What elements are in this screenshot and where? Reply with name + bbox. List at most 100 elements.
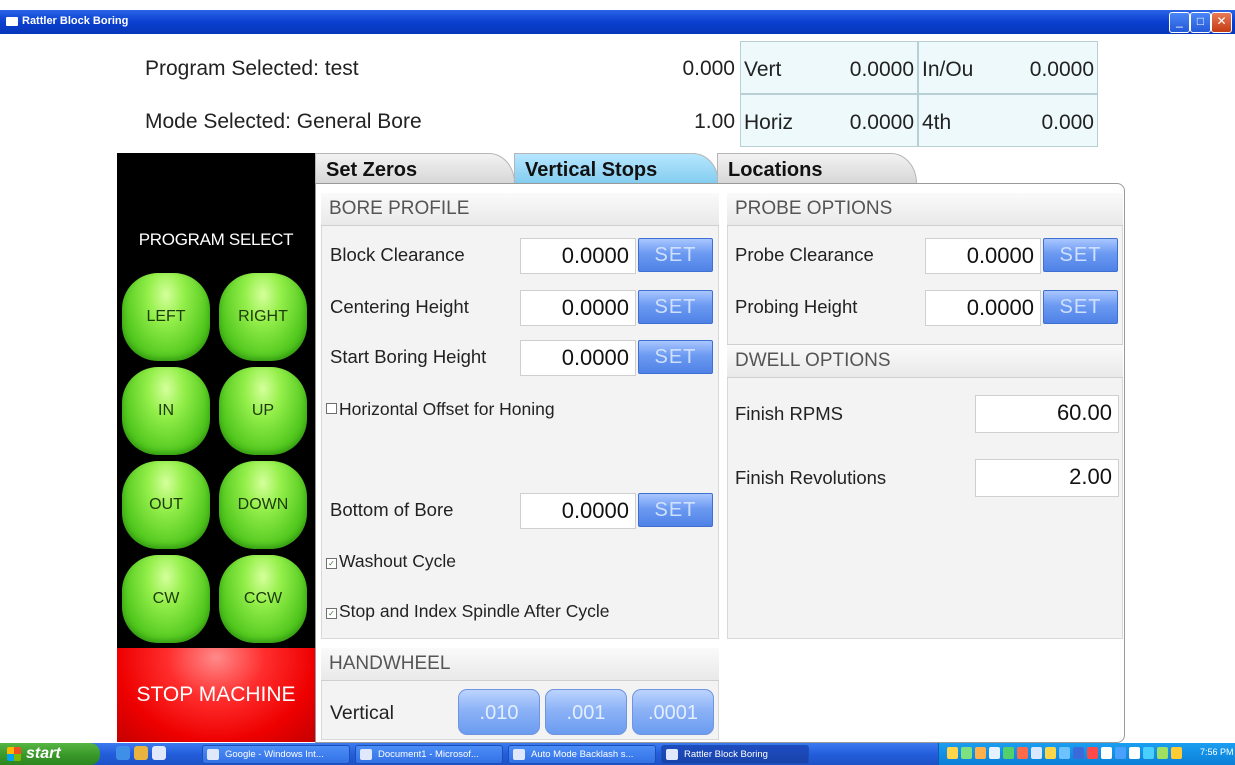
checkbox-unchecked-icon: [326, 403, 337, 414]
tray-icon[interactable]: [961, 747, 972, 759]
increment-010-button[interactable]: .010: [458, 689, 540, 735]
tray-icon[interactable]: [1171, 747, 1182, 759]
taskbar-item-google[interactable]: Google - Windows Int...: [202, 745, 350, 764]
set-centering-height-button[interactable]: SET: [638, 290, 713, 324]
set-block-clearance-button[interactable]: SET: [638, 238, 713, 272]
handwheel-title: HANDWHEEL: [321, 648, 719, 681]
taskbar-item-auto-mode[interactable]: Auto Mode Backlash s...: [508, 745, 656, 764]
taskbar-item-rattler[interactable]: Rattler Block Boring: [661, 745, 809, 764]
set-probing-height-button[interactable]: SET: [1043, 290, 1118, 324]
tray-icon[interactable]: [1045, 747, 1056, 759]
close-icon[interactable]: ✕: [1211, 12, 1232, 33]
tray-icon[interactable]: [1115, 747, 1126, 759]
maximize-icon[interactable]: □: [1190, 12, 1211, 33]
start-label: start: [26, 745, 61, 762]
probe-clearance-label: Probe Clearance: [735, 244, 874, 265]
tab-set-zeros[interactable]: Set Zeros: [315, 153, 515, 183]
taskbar-item-document[interactable]: Document1 - Microsof...: [355, 745, 503, 764]
readout-4th: 4th 0.000: [918, 94, 1098, 147]
taskbar-item-label: Document1 - Microsof...: [378, 749, 479, 760]
media-icon[interactable]: [152, 746, 166, 760]
increment-001-button[interactable]: .001: [545, 689, 627, 735]
app-icon: [6, 17, 18, 26]
horizontal-offset-label: Horizontal Offset for Honing: [339, 399, 555, 419]
tray-icon[interactable]: [975, 747, 986, 759]
readout-label: Horiz: [744, 111, 794, 134]
horizontal-offset-checkbox[interactable]: Horizontal Offset for Honing: [326, 399, 555, 420]
start-button[interactable]: start: [0, 743, 100, 765]
tray-icon[interactable]: [1031, 747, 1042, 759]
dwell-options-title: DWELL OPTIONS: [727, 344, 1123, 378]
minimize-icon[interactable]: _: [1169, 12, 1190, 33]
program-select-title: PROGRAM SELECT: [138, 230, 294, 249]
stop-index-spindle-label: Stop and Index Spindle After Cycle: [339, 601, 610, 621]
cw-button[interactable]: CW: [122, 555, 210, 643]
centering-height-field[interactable]: 0.0000: [520, 290, 636, 326]
checkbox-checked-icon: ✓: [326, 558, 337, 569]
start-boring-height-field[interactable]: 0.0000: [520, 340, 636, 376]
tray-icon[interactable]: [1073, 747, 1084, 759]
finish-rpms-field[interactable]: 60.00: [975, 395, 1119, 433]
probe-options-title: PROBE OPTIONS: [727, 193, 1123, 226]
readout-label: Vert: [744, 58, 782, 81]
tab-vertical-stops[interactable]: Vertical Stops: [514, 153, 719, 183]
tray-icon[interactable]: [1143, 747, 1154, 759]
folder-icon[interactable]: [134, 746, 148, 760]
taskbar-item-label: Auto Mode Backlash s...: [531, 749, 634, 760]
probe-clearance-field[interactable]: 0.0000: [925, 238, 1041, 274]
mode-selected-label: Mode Selected: General Bore: [145, 110, 422, 133]
tray-icon[interactable]: [1129, 747, 1140, 759]
readout-in-out: In/Ou 0.0000: [918, 41, 1098, 94]
app-icon: [666, 749, 678, 760]
out-button[interactable]: OUT: [122, 461, 210, 549]
finish-revolutions-label: Finish Revolutions: [735, 467, 887, 488]
header-value-2: 1.00: [694, 110, 735, 133]
taskbar-item-label: Rattler Block Boring: [684, 749, 768, 760]
in-button[interactable]: IN: [122, 367, 210, 455]
centering-height-label: Centering Height: [330, 296, 469, 317]
window-title: Rattler Block Boring: [22, 15, 129, 27]
finish-rpms-label: Finish RPMS: [735, 403, 843, 424]
washout-cycle-label: Washout Cycle: [339, 551, 457, 571]
ie-icon: [207, 749, 219, 760]
readout-value: 0.000: [1041, 111, 1094, 134]
right-button[interactable]: RIGHT: [219, 273, 307, 361]
set-probe-clearance-button[interactable]: SET: [1043, 238, 1118, 272]
window-title-bar: Rattler Block Boring _ □ ✕: [0, 10, 1235, 34]
readout-value: 0.0000: [1029, 58, 1094, 81]
tray-icon[interactable]: [1059, 747, 1070, 759]
clock: 7:56 PM: [1200, 747, 1234, 757]
tray-icon[interactable]: [1017, 747, 1028, 759]
windows-logo-icon: [7, 747, 21, 761]
set-bottom-of-bore-button[interactable]: SET: [638, 493, 713, 527]
bottom-of-bore-field[interactable]: 0.0000: [520, 493, 636, 529]
header-value-1: 0.000: [682, 57, 735, 80]
stop-machine-button[interactable]: STOP MACHINE: [117, 648, 315, 742]
bore-profile-title: BORE PROFILE: [321, 193, 719, 226]
increment-0001-button[interactable]: .0001: [632, 689, 714, 735]
tray-icon[interactable]: [1003, 747, 1014, 759]
probing-height-label: Probing Height: [735, 296, 858, 317]
block-clearance-field[interactable]: 0.0000: [520, 238, 636, 274]
finish-revolutions-field[interactable]: 2.00: [975, 459, 1119, 497]
word-icon: [360, 749, 372, 760]
washout-cycle-checkbox[interactable]: ✓ Washout Cycle: [326, 551, 456, 572]
tray-icon[interactable]: [1101, 747, 1112, 759]
readout-horiz: Horiz 0.0000: [740, 94, 918, 147]
up-button[interactable]: UP: [219, 367, 307, 455]
set-start-boring-height-button[interactable]: SET: [638, 340, 713, 374]
bottom-of-bore-label: Bottom of Bore: [330, 499, 454, 520]
left-button[interactable]: LEFT: [122, 273, 210, 361]
ccw-button[interactable]: CCW: [219, 555, 307, 643]
down-button[interactable]: DOWN: [219, 461, 307, 549]
tab-locations[interactable]: Locations: [717, 153, 917, 183]
probing-height-field[interactable]: 0.0000: [925, 290, 1041, 326]
tray-icon[interactable]: [1087, 747, 1098, 759]
start-boring-height-label: Start Boring Height: [330, 346, 487, 367]
stop-index-spindle-checkbox[interactable]: ✓ Stop and Index Spindle After Cycle: [326, 601, 609, 622]
tray-icon[interactable]: [989, 747, 1000, 759]
tray-icon[interactable]: [947, 747, 958, 759]
program-selected-label: Program Selected: test: [145, 57, 359, 80]
ie-icon[interactable]: [116, 746, 130, 760]
tray-icon[interactable]: [1157, 747, 1168, 759]
